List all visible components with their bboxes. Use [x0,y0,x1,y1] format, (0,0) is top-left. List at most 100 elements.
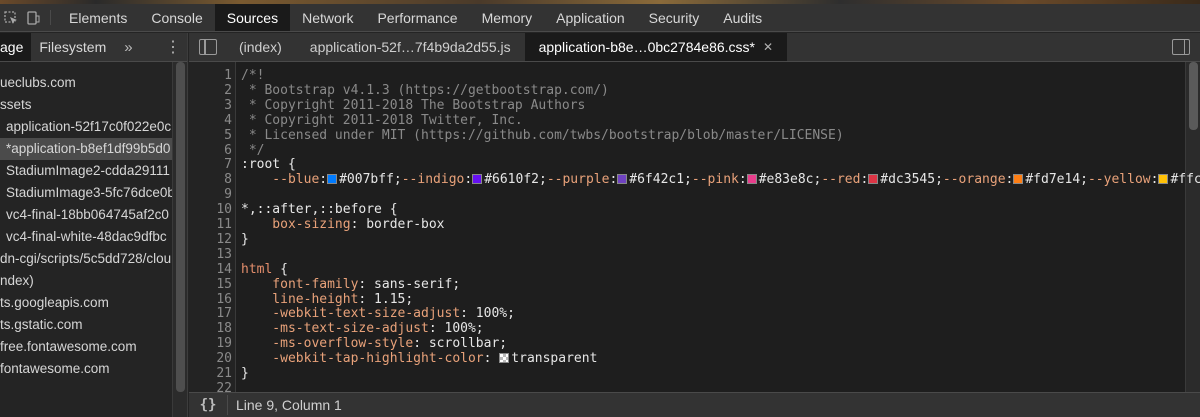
tab-page-label: age [0,39,24,55]
line-number: 12 [216,231,232,247]
tree-item[interactable]: StadiumImage3-5fc76dce0b [0,182,172,204]
tree-item[interactable]: dn-cgi/scripts/5c5dd728/clou [0,248,172,270]
code-token: #e83e8c; [758,172,822,188]
tree-item[interactable]: ndex) [0,270,172,292]
tree-scrollbar[interactable] [172,62,187,417]
line-number: 3 [224,97,232,113]
code-token: --yellow [1087,172,1151,188]
code-text: * Copyright 2011-2018 Twitter, Inc. [241,113,523,128]
editor-tab-label: application-b8e…0bc2784e86.css* [538,39,755,55]
tab-performance[interactable]: Performance [365,4,469,31]
tree-item[interactable]: ueclubs.com [0,72,172,94]
editor-tab[interactable]: application-b8e…0bc2784e86.css* ✕ [524,33,788,61]
tab-sources[interactable]: Sources [214,4,291,31]
editor-tab[interactable]: (index) [225,33,296,61]
kebab-menu-icon[interactable]: ⋮ [159,33,187,61]
tab-network[interactable]: Network [290,4,365,31]
line-number: 18 [216,321,232,337]
code-text: -ms-overflow-style: scrollbar; [241,336,507,351]
code-token: *,::after,::before { [241,202,398,218]
tab-console[interactable]: Console [139,4,214,31]
code-token: : [860,172,869,188]
navigator-panel: age Filesystem » ⋮ ueclubs.com ssets appli… [0,33,188,417]
code-token: : [1150,172,1159,188]
cursor-position: Line 9, Column 1 [236,397,342,413]
device-toolbar-icon[interactable] [22,4,44,31]
tree-item[interactable]: fontawesome.com [0,358,172,380]
line-number: 21 [216,366,232,381]
pretty-print-icon[interactable]: {} [189,397,227,413]
tree-item[interactable]: vc4-final-white-48dac9dfbc [0,226,172,248]
editor-scrollbar-thumb[interactable] [1189,62,1198,130]
editor-tab-label: (index) [239,39,282,55]
code-token: */ [241,142,265,158]
close-tab-icon[interactable]: ✕ [763,40,773,54]
code-text: } [241,232,249,247]
code-token: * Licensed under MIT (https://github.com… [241,127,844,143]
line-number: 6 [224,142,232,158]
tree-item[interactable]: ts.gstatic.com [0,314,172,336]
tree-item[interactable]: application-52f17c0f022e0c [0,116,172,138]
line-number: 13 [216,246,232,262]
code-token: --blue [241,172,320,188]
line-number: 8 [224,172,232,188]
code-text: html { [241,262,288,277]
code-token: * Copyright 2011-2018 The Bootstrap Auth… [241,97,586,113]
code-token: : [609,172,618,188]
line-number: 9 [224,187,232,203]
tab-elements[interactable]: Elements [57,4,139,31]
more-tabs-icon[interactable]: » [114,33,142,61]
tab-filesystem[interactable]: Filesystem [31,33,114,61]
code-text: :root { [241,157,296,172]
editor-tab[interactable]: application-52f…7f4b9da2d55.js [296,33,525,61]
code-text: * Copyright 2011-2018 The Bootstrap Auth… [241,97,586,113]
color-swatch[interactable] [617,174,628,185]
code-text: box-sizing: border-box [241,217,444,232]
toggle-navigator-icon[interactable] [199,39,217,55]
toggle-debugger-icon[interactable] [1172,39,1190,55]
status-divider [227,395,228,415]
tree-item[interactable]: free.fontawesome.com [0,336,172,358]
editor-scrollbar[interactable] [1185,62,1200,392]
editor-tab-label: application-52f…7f4b9da2d55.js [309,39,511,55]
tree-item[interactable]: ts.googleapis.com [0,292,172,314]
color-swatch[interactable] [499,353,510,364]
code-token: --pink [691,172,739,188]
tree-item[interactable]: *application-b8ef1df99b5d0 [0,138,172,160]
code-text: * Bootstrap v4.1.3 (https://getbootstrap… [241,83,609,98]
main-tab-strip: Elements Console Sources Network Performance… [57,4,774,31]
code-token: -webkit-text-size-adjust [241,306,461,322]
tab-memory[interactable]: Memory [470,4,545,31]
code-text: } [241,366,249,381]
color-swatch[interactable] [1013,174,1024,185]
code-text: */ [241,142,265,158]
tab-page[interactable]: age [0,33,32,61]
tree-item[interactable]: vc4-final-18bb064745af2c0 [0,204,172,226]
code-token: * Bootstrap v4.1.3 (https://getbootstrap… [241,82,609,98]
code-token: : sans-serif; [358,276,461,292]
inspect-element-icon[interactable] [0,4,22,31]
tree-item[interactable]: ssets [0,94,172,116]
code-token: #dc3545; [880,172,943,188]
code-editor[interactable]: 1 /*! 2 * Bootstrap v4.1.3 (https://getboo… [189,62,1200,392]
code-token: : 100%; [460,306,515,322]
tab-security[interactable]: Security [637,4,712,31]
tree-item[interactable]: StadiumImage2-cdda29111 [0,160,172,182]
code-token: : [1005,172,1014,188]
code-token: #ffc107; [1170,172,1200,188]
code-text: font-family: sans-serif; [241,277,460,292]
code-token: * Copyright 2011-2018 Twitter, Inc. [241,112,523,128]
line-number: 22 [216,380,232,392]
code-text: * Licensed under MIT (https://github.com… [241,128,844,143]
color-swatch[interactable] [472,174,483,185]
tree-scrollbar-thumb[interactable] [176,62,185,392]
code-token: -ms-text-size-adjust [241,321,429,337]
tab-audits[interactable]: Audits [711,4,774,31]
code-text: -ms-text-size-adjust: 100%; [241,321,483,337]
line-number: 19 [216,336,232,352]
tab-application[interactable]: Application [544,4,637,31]
color-swatch[interactable] [868,174,879,185]
color-swatch[interactable] [746,174,757,185]
color-swatch[interactable] [327,174,338,185]
color-swatch[interactable] [1158,174,1169,185]
